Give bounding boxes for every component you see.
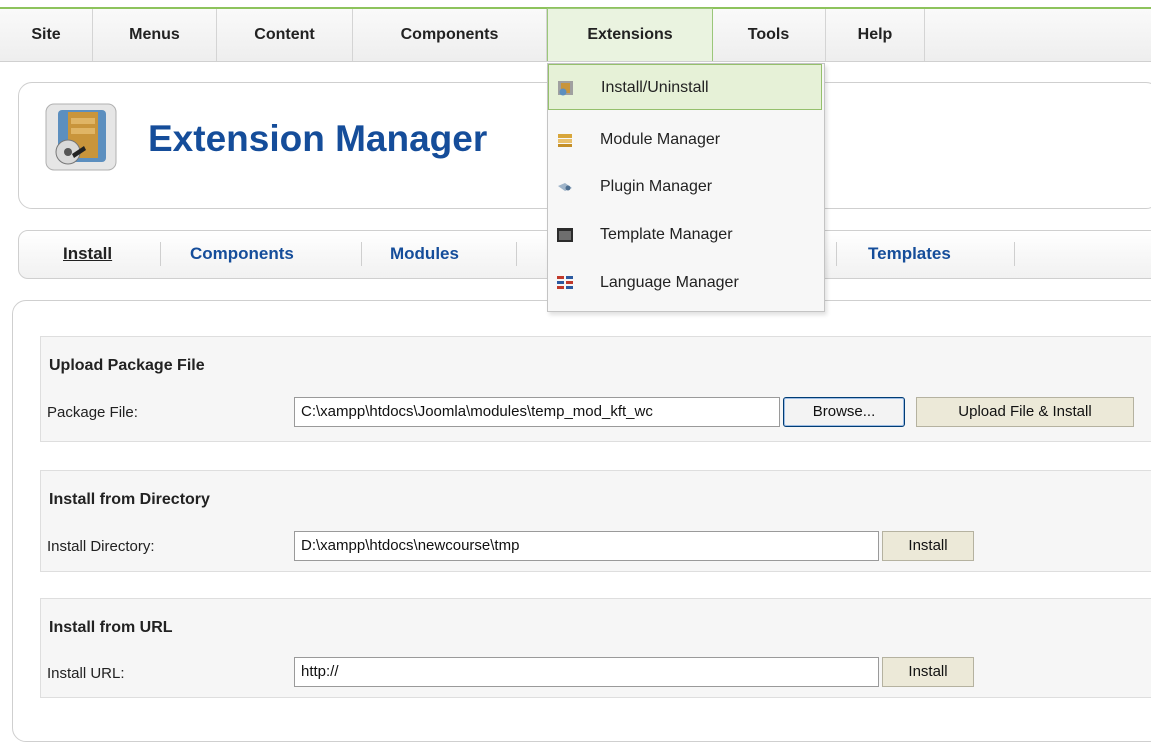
menu-item-template-manager[interactable]: Template Manager	[548, 212, 822, 258]
menu-extensions[interactable]: Extensions	[547, 8, 713, 61]
install-directory-section: Install from Directory Install Directory…	[40, 470, 1151, 572]
install-url-section: Install from URL Install URL: http:// In…	[40, 598, 1151, 698]
url-section-title: Install from URL	[49, 619, 173, 636]
tab-install[interactable]: Install	[63, 230, 112, 277]
menu-components[interactable]: Components	[353, 9, 547, 61]
directory-section-title: Install from Directory	[49, 491, 210, 508]
menu-item-module-manager[interactable]: Module Manager	[548, 117, 822, 163]
menu-item-label: Language Manager	[600, 274, 739, 291]
tab-separator	[160, 242, 161, 266]
menu-tools[interactable]: Tools	[712, 9, 826, 61]
plugin-icon	[556, 178, 574, 196]
menu-item-install-uninstall[interactable]: Install/Uninstall	[548, 64, 822, 110]
tab-separator	[361, 242, 362, 266]
package-file-label: Package File:	[47, 404, 138, 421]
tab-components[interactable]: Components	[190, 230, 294, 277]
install-url-button[interactable]: Install	[882, 657, 974, 687]
module-icon	[556, 131, 574, 149]
tab-separator	[1014, 242, 1015, 266]
menu-item-label: Module Manager	[600, 131, 721, 148]
upload-section-title: Upload Package File	[49, 357, 205, 374]
menu-item-label: Template Manager	[600, 226, 733, 243]
menu-item-plugin-manager[interactable]: Plugin Manager	[548, 164, 822, 210]
tab-modules[interactable]: Modules	[390, 230, 459, 277]
install-directory-button[interactable]: Install	[882, 531, 974, 561]
install-url-label: Install URL:	[47, 665, 125, 682]
menu-site[interactable]: Site	[0, 9, 93, 61]
menu-content[interactable]: Content	[217, 9, 353, 61]
tab-separator	[516, 242, 517, 266]
tab-separator	[836, 242, 837, 266]
install-url-input[interactable]: http://	[294, 657, 879, 687]
language-icon	[556, 274, 574, 292]
browse-button[interactable]: Browse...	[783, 397, 905, 427]
install-icon	[557, 79, 575, 97]
install-directory-label: Install Directory:	[47, 538, 155, 555]
template-icon	[556, 226, 574, 244]
tab-templates[interactable]: Templates	[868, 230, 951, 277]
menu-item-label: Plugin Manager	[600, 178, 713, 195]
menu-item-label: Install/Uninstall	[601, 79, 709, 96]
page-title: Extension Manager	[148, 118, 488, 159]
menu-item-language-manager[interactable]: Language Manager	[548, 260, 822, 306]
menu-help[interactable]: Help	[826, 9, 925, 61]
upload-package-section: Upload Package File Package File: C:\xam…	[40, 336, 1151, 442]
upload-install-button[interactable]: Upload File & Install	[916, 397, 1134, 427]
extension-manager-icon	[38, 98, 124, 178]
install-directory-input[interactable]: D:\xampp\htdocs\newcourse\tmp	[294, 531, 879, 561]
package-file-input[interactable]: C:\xampp\htdocs\Joomla\modules\temp_mod_…	[294, 397, 780, 427]
menu-menus[interactable]: Menus	[93, 9, 217, 61]
